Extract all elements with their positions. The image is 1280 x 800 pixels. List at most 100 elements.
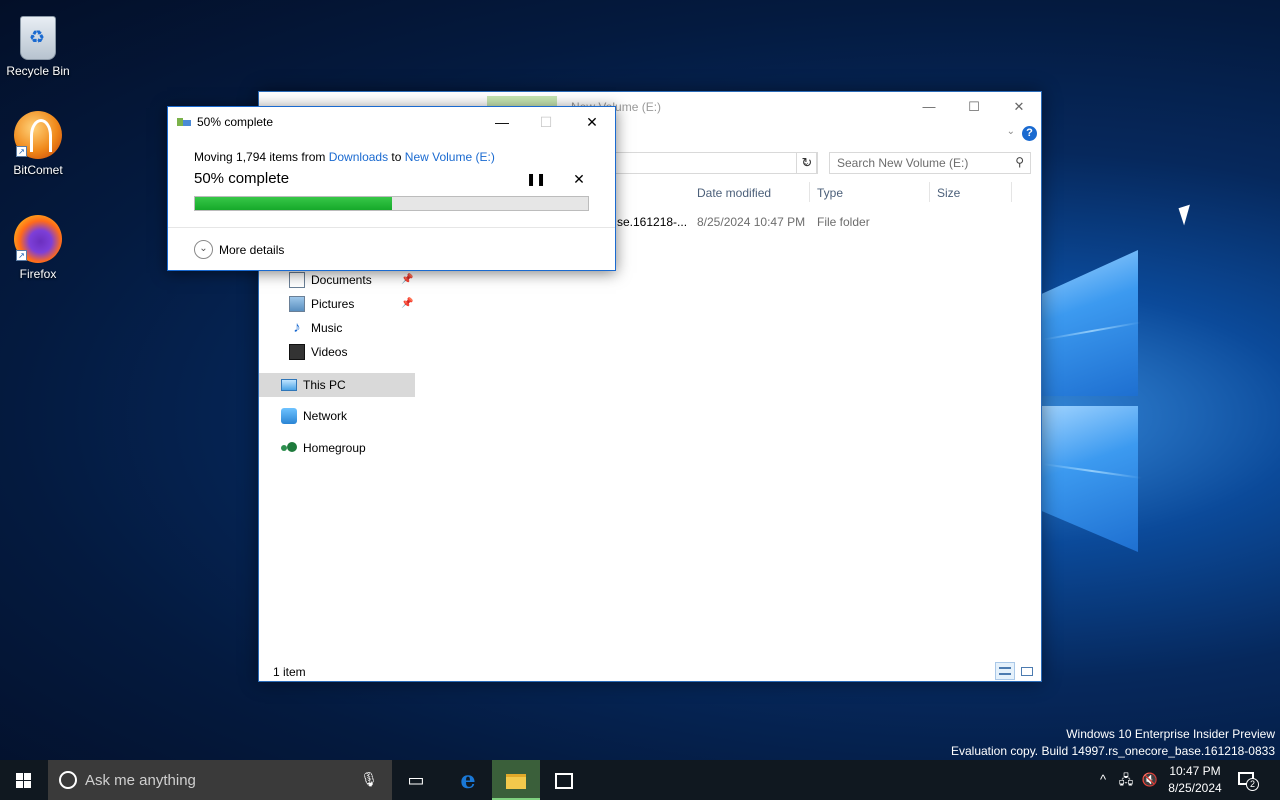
column-separator	[929, 182, 930, 202]
taskbar: 🎙 ▭ e ^ 🖧 🔇 10:47 PM 8/25/2024 2	[0, 760, 1280, 800]
dialog-divider	[168, 227, 615, 228]
edge-taskbar-button[interactable]: e	[444, 760, 492, 800]
moving-prefix: Moving 1,794 items from	[194, 150, 329, 164]
store-icon	[555, 773, 573, 790]
watermark-line: Evaluation copy. Build 14997.rs_onecore_…	[950, 744, 1275, 758]
firefox-icon: ↗	[14, 215, 62, 263]
clock-time: 10:47 PM	[1169, 764, 1221, 778]
desktop-icon-recycle-bin[interactable]: Recycle Bin	[0, 8, 76, 78]
mouse-cursor-icon	[1178, 204, 1196, 226]
close-button[interactable]: ✕	[1004, 98, 1034, 116]
desktop-icon-label: Firefox	[19, 267, 57, 281]
nav-item-label: This PC	[303, 378, 346, 392]
nav-item-videos[interactable]: Videos	[289, 341, 347, 363]
column-separator	[809, 182, 810, 202]
documents-icon	[289, 272, 305, 288]
cortana-icon	[59, 771, 77, 789]
nav-item-documents[interactable]: Documents	[289, 269, 372, 291]
task-view-button[interactable]: ▭	[392, 760, 440, 800]
file-row-name[interactable]: se.161218-...	[617, 215, 687, 229]
windows-logo-icon	[16, 773, 32, 788]
nav-item-this-pc[interactable]: This PC	[281, 374, 346, 396]
edge-icon: e	[460, 765, 476, 794]
volume-muted-icon[interactable]: 🔇	[1140, 760, 1160, 800]
desktop-icon-label: Recycle Bin	[6, 64, 70, 78]
nav-item-label: Videos	[311, 345, 348, 359]
pin-icon: 📌	[401, 274, 414, 285]
pin-icon: 📌	[401, 298, 414, 309]
dialog-close-button[interactable]: ✕	[578, 113, 606, 131]
folder-icon	[506, 773, 526, 789]
progress-bar	[194, 196, 589, 211]
more-details-button[interactable]: ⌄ More details	[194, 240, 284, 259]
cortana-search-box[interactable]: 🎙	[48, 760, 392, 800]
this-pc-icon	[281, 379, 297, 391]
pictures-icon	[289, 296, 305, 312]
help-icon[interactable]: ?	[1022, 126, 1037, 141]
nav-item-label: Homegroup	[303, 441, 366, 455]
status-bar-item-count: 1 item	[273, 665, 306, 679]
network-icon	[281, 408, 297, 424]
microphone-icon[interactable]: 🎙	[360, 771, 378, 788]
details-view-button[interactable]	[995, 662, 1015, 680]
show-hidden-icons-button[interactable]: ^	[1094, 760, 1112, 800]
maximize-button[interactable]: ☐	[959, 98, 989, 116]
file-move-icon	[177, 117, 191, 127]
file-explorer-taskbar-button[interactable]	[492, 760, 540, 800]
refresh-button[interactable]: ↻	[796, 152, 818, 174]
copy-progress-dialog: 50% complete — ☐ ✕ Moving 1,794 items fr…	[167, 106, 616, 271]
network-tray-icon[interactable]: 🖧	[1116, 760, 1136, 800]
nav-item-homegroup[interactable]: Homegroup	[281, 437, 366, 459]
dialog-minimize-button[interactable]: —	[488, 113, 516, 131]
explorer-search-box[interactable]: ⚲	[829, 152, 1031, 174]
start-button[interactable]	[0, 760, 48, 800]
column-separator	[1011, 182, 1012, 202]
nav-item-label: Pictures	[311, 297, 355, 311]
column-header-size[interactable]: Size	[937, 186, 960, 200]
minimize-button[interactable]: —	[914, 98, 944, 116]
dialog-title: 50% complete	[197, 115, 274, 129]
cancel-operation-button[interactable]: ✕	[571, 171, 587, 187]
pause-button[interactable]: ❚❚	[526, 171, 546, 187]
column-header-type[interactable]: Type	[817, 186, 843, 200]
desktop-icon-bitcomet[interactable]: ↗ BitComet	[0, 111, 76, 177]
source-link[interactable]: Downloads	[329, 150, 388, 164]
more-details-label: More details	[219, 242, 285, 257]
moving-to-word: to	[388, 150, 405, 164]
address-bar[interactable]: ⌄	[611, 152, 817, 174]
taskbar-search-input[interactable]	[85, 771, 355, 789]
nav-item-label: Documents	[311, 273, 372, 287]
bitcomet-icon: ↗	[14, 111, 62, 159]
desktop-icon-label: BitComet	[13, 163, 63, 177]
videos-icon	[289, 344, 305, 360]
nav-item-label: Network	[303, 409, 348, 423]
moving-description: Moving 1,794 items from Downloads to New…	[194, 150, 495, 164]
search-input[interactable]	[830, 153, 1000, 173]
wallpaper-windows-logo	[1042, 250, 1142, 560]
taskbar-clock[interactable]: 10:47 PM 8/25/2024	[1160, 763, 1230, 797]
large-icons-view-button[interactable]	[1017, 662, 1037, 680]
progress-bar-fill	[195, 197, 392, 210]
ribbon-expand-icon[interactable]: ⌄	[1007, 126, 1015, 137]
chevron-down-icon: ⌄	[194, 240, 213, 259]
nav-item-music[interactable]: ♪ Music	[289, 317, 342, 339]
recycle-bin-icon	[20, 16, 56, 60]
column-header-date[interactable]: Date modified	[697, 186, 771, 200]
homegroup-icon	[281, 440, 297, 456]
destination-link[interactable]: New Volume (E:)	[405, 150, 495, 164]
nav-item-pictures[interactable]: Pictures	[289, 293, 354, 315]
shortcut-arrow-icon: ↗	[16, 146, 27, 157]
action-center-button[interactable]: 2	[1236, 770, 1259, 791]
file-row-date: 8/25/2024 10:47 PM	[697, 215, 806, 229]
percent-complete-label: 50% complete	[194, 170, 290, 187]
search-icon: ⚲	[1015, 155, 1024, 169]
file-row-type: File folder	[817, 215, 870, 229]
shortcut-arrow-icon: ↗	[16, 250, 27, 261]
nav-item-label: Music	[311, 321, 343, 335]
music-icon: ♪	[293, 319, 301, 336]
desktop-icon-firefox[interactable]: ↗ Firefox	[0, 215, 76, 281]
notification-count-badge: 2	[1246, 778, 1259, 791]
nav-item-network[interactable]: Network	[281, 405, 347, 427]
store-taskbar-button[interactable]	[540, 760, 588, 800]
watermark-line: Windows 10 Enterprise Insider Preview	[1066, 727, 1275, 741]
